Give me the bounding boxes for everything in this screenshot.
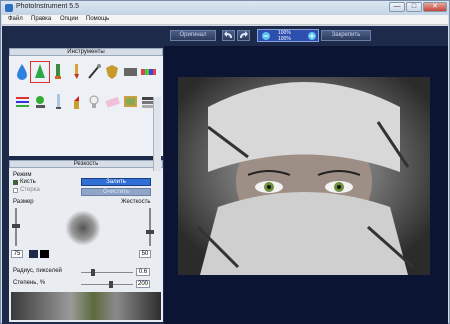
- fill-button[interactable]: Залить: [81, 178, 151, 186]
- left-panel: Инструменты Резкость Режим Кисть Стерка …: [2, 46, 164, 324]
- menu-edit[interactable]: Правка: [31, 16, 51, 22]
- brush-preview: [65, 210, 101, 246]
- photo-image: [178, 77, 430, 275]
- wand-icon: [88, 64, 101, 79]
- tool-eraser[interactable]: [103, 92, 121, 112]
- tool-stripes[interactable]: [13, 92, 31, 112]
- tool-water-drop[interactable]: [13, 62, 31, 82]
- zoom-out-icon[interactable]: [261, 31, 271, 41]
- canvas-icon: [124, 96, 137, 107]
- tool-sharpen-cone[interactable]: [30, 61, 50, 83]
- radius-slider-handle[interactable]: [91, 269, 95, 276]
- radius-slider[interactable]: [81, 272, 133, 273]
- close-button[interactable]: ✕: [423, 2, 447, 12]
- radius-label: Радиус, пикселей: [13, 268, 62, 274]
- lipstick-icon: [74, 96, 79, 109]
- stripes-icon: [16, 97, 29, 107]
- menu-bar: Файл Правка Опции Помощь: [2, 15, 448, 25]
- amount-slider[interactable]: [81, 284, 133, 285]
- app-icon: [5, 4, 13, 12]
- hardness-slider-handle[interactable]: [146, 230, 154, 234]
- tool-gradient[interactable]: [121, 62, 139, 82]
- navigator-preview[interactable]: [11, 292, 161, 320]
- brush-swatch[interactable]: [29, 250, 38, 258]
- app-window: PhotoInstrument 5.5 — □ ✕ Файл Правка Оп…: [0, 0, 450, 324]
- size-label: Размер: [13, 199, 34, 205]
- tool-clone-stamp[interactable]: [31, 92, 49, 112]
- brush-swatch-dark[interactable]: [40, 250, 49, 258]
- title-bar: PhotoInstrument 5.5 — □ ✕: [1, 1, 449, 15]
- tool-brush[interactable]: [67, 62, 85, 82]
- size-slider-handle[interactable]: [12, 224, 20, 228]
- hardness-value[interactable]: 50: [139, 250, 151, 258]
- tool-syringe[interactable]: [49, 92, 67, 112]
- tool-wand[interactable]: [85, 62, 103, 82]
- amount-label: Степень, %: [13, 280, 46, 286]
- clone-stamp-icon: [36, 96, 45, 108]
- save-button[interactable]: Закрепить: [321, 30, 371, 41]
- amount-slider-handle[interactable]: [109, 281, 113, 288]
- eraser-radio[interactable]: [13, 188, 18, 193]
- tool-shield[interactable]: [103, 62, 121, 82]
- hardness-slider[interactable]: [149, 208, 151, 246]
- tool-color-palette[interactable]: [139, 62, 157, 82]
- sharpen-cone-icon: [35, 64, 45, 78]
- clear-button[interactable]: Очистить: [81, 188, 151, 196]
- brush-icon: [74, 64, 79, 79]
- brush-label: Кисть: [20, 179, 36, 185]
- brush-radio[interactable]: [13, 180, 18, 185]
- params-panel: Режим Кисть Стерка Залить Очистить Разме…: [9, 168, 163, 322]
- size-value[interactable]: 75: [11, 250, 23, 258]
- redo-button[interactable]: [237, 30, 250, 41]
- window-title: PhotoInstrument 5.5: [16, 3, 80, 10]
- zoom-level-bottom: 100%: [278, 36, 291, 42]
- hardness-label: Жесткость: [121, 199, 151, 205]
- image-canvas[interactable]: [164, 46, 448, 324]
- radius-value[interactable]: 0.6: [136, 268, 150, 276]
- toolbar: Оригинал 100% 100% Закрепить: [2, 26, 448, 46]
- tool-tube[interactable]: [49, 62, 67, 82]
- shield-icon: [106, 65, 118, 79]
- maximize-button[interactable]: □: [406, 2, 422, 12]
- eraser-icon: [105, 96, 120, 108]
- tools-scrollbar[interactable]: [153, 97, 161, 171]
- zoom-in-icon[interactable]: [307, 31, 317, 41]
- redo-icon: [240, 31, 248, 38]
- undo-icon: [224, 31, 232, 38]
- amount-value[interactable]: 200: [136, 280, 150, 288]
- tools-panel-title: Инструменты: [9, 48, 163, 56]
- menu-help[interactable]: Помощь: [86, 16, 109, 22]
- syringe-icon: [56, 94, 61, 109]
- tools-grid: [9, 56, 163, 156]
- undo-button[interactable]: [222, 30, 235, 41]
- tool-canvas[interactable]: [121, 92, 139, 112]
- tool-bulb[interactable]: [85, 92, 103, 112]
- water-drop-icon: [17, 64, 27, 80]
- mode-label: Режим: [13, 172, 32, 178]
- gradient-icon: [124, 68, 137, 76]
- color-palette-icon: [141, 69, 156, 75]
- bulb-icon: [89, 95, 99, 108]
- menu-options[interactable]: Опции: [60, 16, 78, 22]
- tube-icon: [55, 64, 61, 79]
- tool-lipstick[interactable]: [67, 92, 85, 112]
- params-panel-title: Резкость: [9, 160, 163, 168]
- photo-preview[interactable]: [178, 77, 430, 275]
- original-button[interactable]: Оригинал: [170, 30, 216, 41]
- minimize-button[interactable]: —: [389, 2, 405, 12]
- eraser-label: Стерка: [20, 187, 40, 193]
- zoom-control[interactable]: 100% 100%: [257, 29, 319, 42]
- menu-file[interactable]: Файл: [8, 16, 23, 22]
